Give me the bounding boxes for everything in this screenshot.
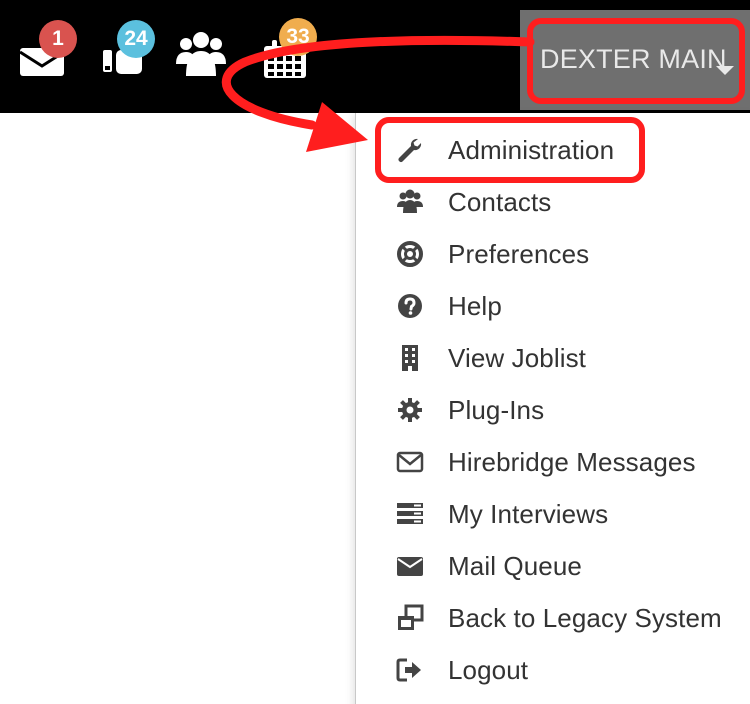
menu-item-help[interactable]: Help [356,280,750,332]
menu-item-label: Help [448,291,502,321]
menu-item-label: Administration [448,135,615,165]
envelope-icon [396,552,424,580]
menu-item-label: Plug-Ins [448,395,545,425]
menu-item-logout[interactable]: Logout [356,644,750,696]
tasks-nav-button[interactable]: 24 [100,20,166,90]
menu-item-label: Back to Legacy System [448,603,722,633]
tasks-badge: 24 [117,20,155,58]
users-icon [396,188,424,216]
menu-item-label: Contacts [448,187,552,217]
top-navbar: 1 24 33 DEXTER MAIN [0,0,750,113]
sign-out-icon [396,656,424,684]
menu-item-label: Mail Queue [448,551,582,581]
caret-down-icon [716,66,734,75]
question-circle-icon [396,292,424,320]
user-name: DEXTER MAIN [540,44,727,74]
menu-item-label: My Interviews [448,499,609,529]
menu-item-view-joblist[interactable]: View Joblist [356,332,750,384]
menu-item-mail-queue[interactable]: Mail Queue [356,540,750,592]
wrench-icon [396,136,424,164]
mail-nav-button[interactable]: 1 [16,20,82,90]
user-dropdown-menu: Administration Contacts Preferences Help… [355,113,750,704]
users-icon [176,32,226,76]
menu-item-label: View Joblist [448,343,587,373]
windows-icon [396,604,424,632]
menu-item-label: Hirebridge Messages [448,447,696,477]
menu-item-plug-ins[interactable]: Plug-Ins [356,384,750,436]
menu-item-hirebridge-messages[interactable]: Hirebridge Messages [356,436,750,488]
envelope-outline-icon [396,448,424,476]
menu-item-label: Preferences [448,239,590,269]
user-menu-toggle[interactable]: DEXTER MAIN [520,10,750,110]
menu-item-contacts[interactable]: Contacts [356,176,750,228]
calendar-nav-button[interactable]: 33 [260,18,326,90]
list-icon [396,500,424,528]
menu-item-administration[interactable]: Administration [356,124,750,176]
calendar-badge: 33 [279,18,317,56]
menu-item-preferences[interactable]: Preferences [356,228,750,280]
menu-item-back-to-legacy[interactable]: Back to Legacy System [356,592,750,644]
building-icon [396,344,424,372]
gear-icon [396,396,424,424]
mail-badge: 1 [39,20,77,58]
menu-item-label: Logout [448,655,529,685]
life-ring-icon [396,240,424,268]
users-nav-button[interactable] [174,24,240,90]
menu-item-my-interviews[interactable]: My Interviews [356,488,750,540]
